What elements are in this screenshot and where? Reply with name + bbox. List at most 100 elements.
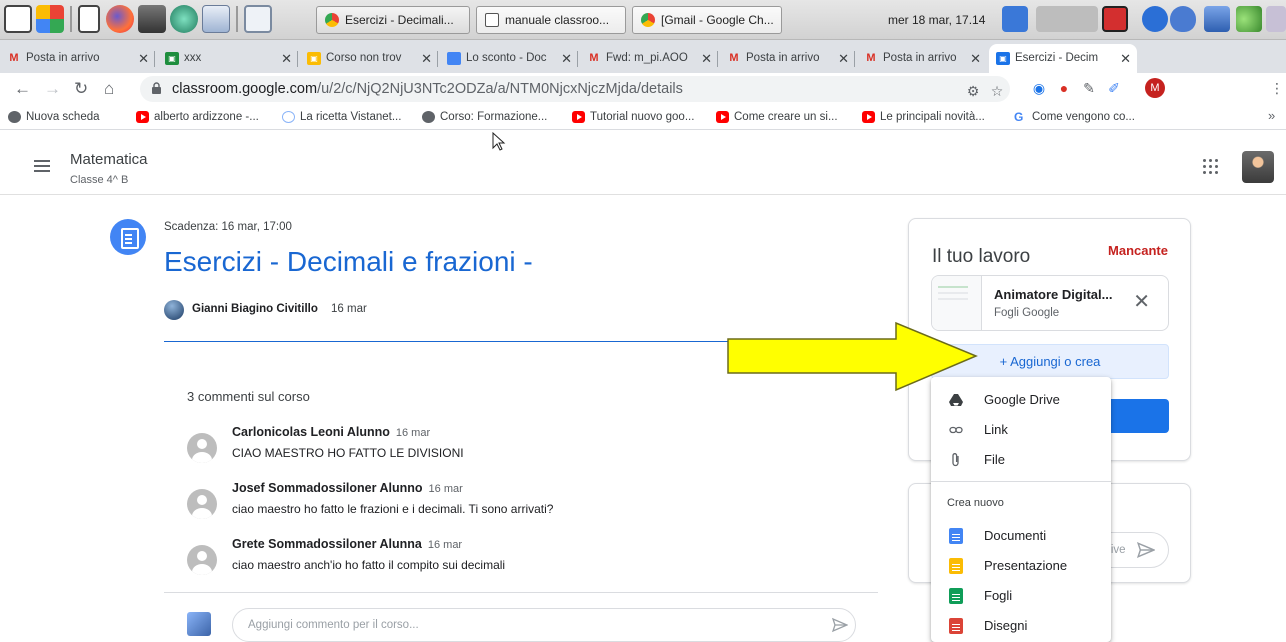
- close-icon[interactable]: ✕: [281, 44, 292, 73]
- bookmark[interactable]: Corso: Formazione...: [420, 108, 547, 126]
- remove-attachment-icon[interactable]: ✕: [1133, 290, 1150, 314]
- link-icon: [949, 426, 963, 434]
- app-launcher-icon[interactable]: [36, 5, 64, 33]
- gmail-icon: M: [866, 52, 876, 64]
- menu-item-presentazione[interactable]: Presentazione: [931, 551, 1111, 581]
- power-icon[interactable]: [1102, 6, 1128, 32]
- camera-icon[interactable]: [138, 5, 166, 33]
- extension-icon[interactable]: ◉: [1030, 79, 1048, 97]
- docs-icon: [949, 528, 963, 544]
- close-icon[interactable]: ✕: [561, 44, 572, 73]
- tab-divider: [854, 51, 855, 67]
- tab-label: xxx: [184, 52, 202, 64]
- back-icon[interactable]: ←: [14, 77, 31, 101]
- gmail-icon: M: [729, 52, 739, 64]
- send-icon[interactable]: [832, 617, 848, 633]
- pen-icon[interactable]: ✎: [1080, 79, 1098, 97]
- tab-xxx[interactable]: ▣ xxx ✕: [158, 44, 298, 73]
- close-icon[interactable]: ✕: [701, 44, 712, 73]
- close-icon[interactable]: ✕: [838, 44, 849, 73]
- taskbar-window-label: Esercizi - Decimali...: [345, 13, 454, 27]
- bookmark[interactable]: Come creare un si...: [714, 108, 838, 126]
- window-switch-icon[interactable]: [244, 5, 272, 33]
- tab-corso-non-trovato[interactable]: ▣ Corso non trov ✕: [300, 44, 438, 73]
- speech-bubble-icon[interactable]: [4, 5, 32, 33]
- bookmarks-overflow-button[interactable]: »: [1268, 108, 1275, 123]
- taskbar-window[interactable]: manuale classroo...: [476, 6, 626, 34]
- feather-icon[interactable]: ✐: [1105, 79, 1123, 97]
- tab-posta-in-arrivo[interactable]: M Posta in arrivo ✕: [857, 44, 987, 73]
- bookmark[interactable]: G Come vengono co...: [1012, 108, 1135, 126]
- globe-icon: [422, 111, 435, 123]
- class-comment-input[interactable]: [232, 608, 856, 642]
- shield-icon[interactable]: [1170, 6, 1196, 32]
- tab-label: Corso non trov: [326, 52, 402, 64]
- menu-item-file[interactable]: File: [931, 445, 1111, 475]
- bookmark[interactable]: Le principali novità...: [860, 108, 985, 126]
- assignment-icon: [110, 219, 146, 255]
- taskbar-window-label: manuale classroo...: [505, 13, 610, 27]
- close-icon[interactable]: ✕: [138, 44, 149, 73]
- chrome-tray-icon[interactable]: [1002, 6, 1028, 32]
- clock[interactable]: mer 18 mar, 17.14: [888, 6, 985, 34]
- comment-author-name: Carlonicolas Leoni Alunno: [232, 425, 390, 439]
- classroom-icon: ▣: [996, 52, 1010, 65]
- tab-divider: [297, 51, 298, 67]
- menu-dots-icon[interactable]: ⋮: [1268, 79, 1286, 97]
- comment: Josef Sommadossiloner Alunno 16 mar ciao …: [187, 481, 827, 529]
- drawings-icon: [949, 618, 963, 634]
- menu-item-disegni[interactable]: Disegni: [931, 611, 1111, 641]
- docs-icon: [447, 52, 461, 65]
- tab-esercizi-active[interactable]: ▣ Esercizi - Decim ✕: [989, 44, 1137, 73]
- comments-divider: [164, 592, 878, 593]
- close-icon[interactable]: ✕: [421, 44, 432, 73]
- attachment-name: Animatore Digital...: [994, 287, 1113, 302]
- bookmark[interactable]: La ricetta Vistanet...: [280, 108, 401, 126]
- send-icon[interactable]: [1137, 541, 1155, 559]
- bluetooth-icon[interactable]: [1142, 6, 1168, 32]
- close-icon[interactable]: ✕: [970, 44, 981, 73]
- taskbar-window[interactable]: [Gmail - Google Ch...: [632, 6, 782, 34]
- tab-lo-sconto[interactable]: Lo sconto - Doc ✕: [440, 44, 578, 73]
- tab-posta-in-arrivo[interactable]: M Posta in arrivo ✕: [0, 44, 155, 73]
- account-avatar[interactable]: [1242, 151, 1274, 183]
- disk-icon[interactable]: [202, 5, 230, 33]
- address-bar[interactable]: classroom.google.com/u/2/c/NjQ2NjU3NTc2O…: [140, 76, 1010, 102]
- display-icon[interactable]: [1204, 6, 1230, 32]
- opera-icon[interactable]: ●: [1055, 79, 1073, 97]
- menu-item-documenti[interactable]: Documenti: [931, 521, 1111, 551]
- home-icon[interactable]: ⌂: [104, 77, 114, 101]
- star-icon[interactable]: ☆: [988, 82, 1006, 100]
- user-icon[interactable]: [1266, 6, 1286, 32]
- comment-author-name: Josef Sommadossiloner Alunno: [232, 481, 423, 495]
- menu-item-label: Link: [984, 422, 1008, 437]
- menu-item-fogli[interactable]: Fogli: [931, 581, 1111, 611]
- bookmark[interactable]: Tutorial nuovo goo...: [570, 108, 694, 126]
- volume-icon[interactable]: [1236, 6, 1262, 32]
- author-name: Gianni Biagino Civitillo: [192, 303, 318, 315]
- reload-icon[interactable]: ↻: [74, 77, 88, 101]
- taskbar-window-label: [Gmail - Google Ch...: [661, 13, 774, 27]
- firefox-icon[interactable]: [106, 5, 134, 33]
- youtube-icon: [862, 111, 875, 123]
- close-icon[interactable]: ✕: [1120, 44, 1131, 73]
- network-icon[interactable]: [170, 5, 198, 33]
- tab-posta-in-arrivo[interactable]: M Posta in arrivo ✕: [720, 44, 855, 73]
- profile-avatar[interactable]: M: [1145, 78, 1165, 98]
- bookmark[interactable]: Nuova scheda: [6, 108, 100, 126]
- file-icon[interactable]: [78, 5, 100, 33]
- tab-fwd[interactable]: M Fwd: m_pi.AOO ✕: [580, 44, 718, 73]
- class-name[interactable]: Matematica: [70, 151, 148, 168]
- youtube-icon: [136, 111, 149, 123]
- bookmark[interactable]: alberto ardizzone -...: [134, 108, 259, 126]
- taskbar-window[interactable]: Esercizi - Decimali...: [316, 6, 470, 34]
- menu-item-link[interactable]: Link: [931, 415, 1111, 445]
- google-apps-icon[interactable]: [1203, 159, 1219, 175]
- drive-icon: [949, 394, 963, 406]
- class-comments-header[interactable]: 3 commenti sul corso: [187, 389, 310, 404]
- hamburger-menu-icon[interactable]: [34, 165, 50, 167]
- yellow-arrow-annotation: [727, 321, 978, 392]
- translate-icon[interactable]: ⚙: [964, 82, 982, 100]
- paperclip-icon: [952, 453, 959, 467]
- forward-icon[interactable]: →: [44, 77, 61, 101]
